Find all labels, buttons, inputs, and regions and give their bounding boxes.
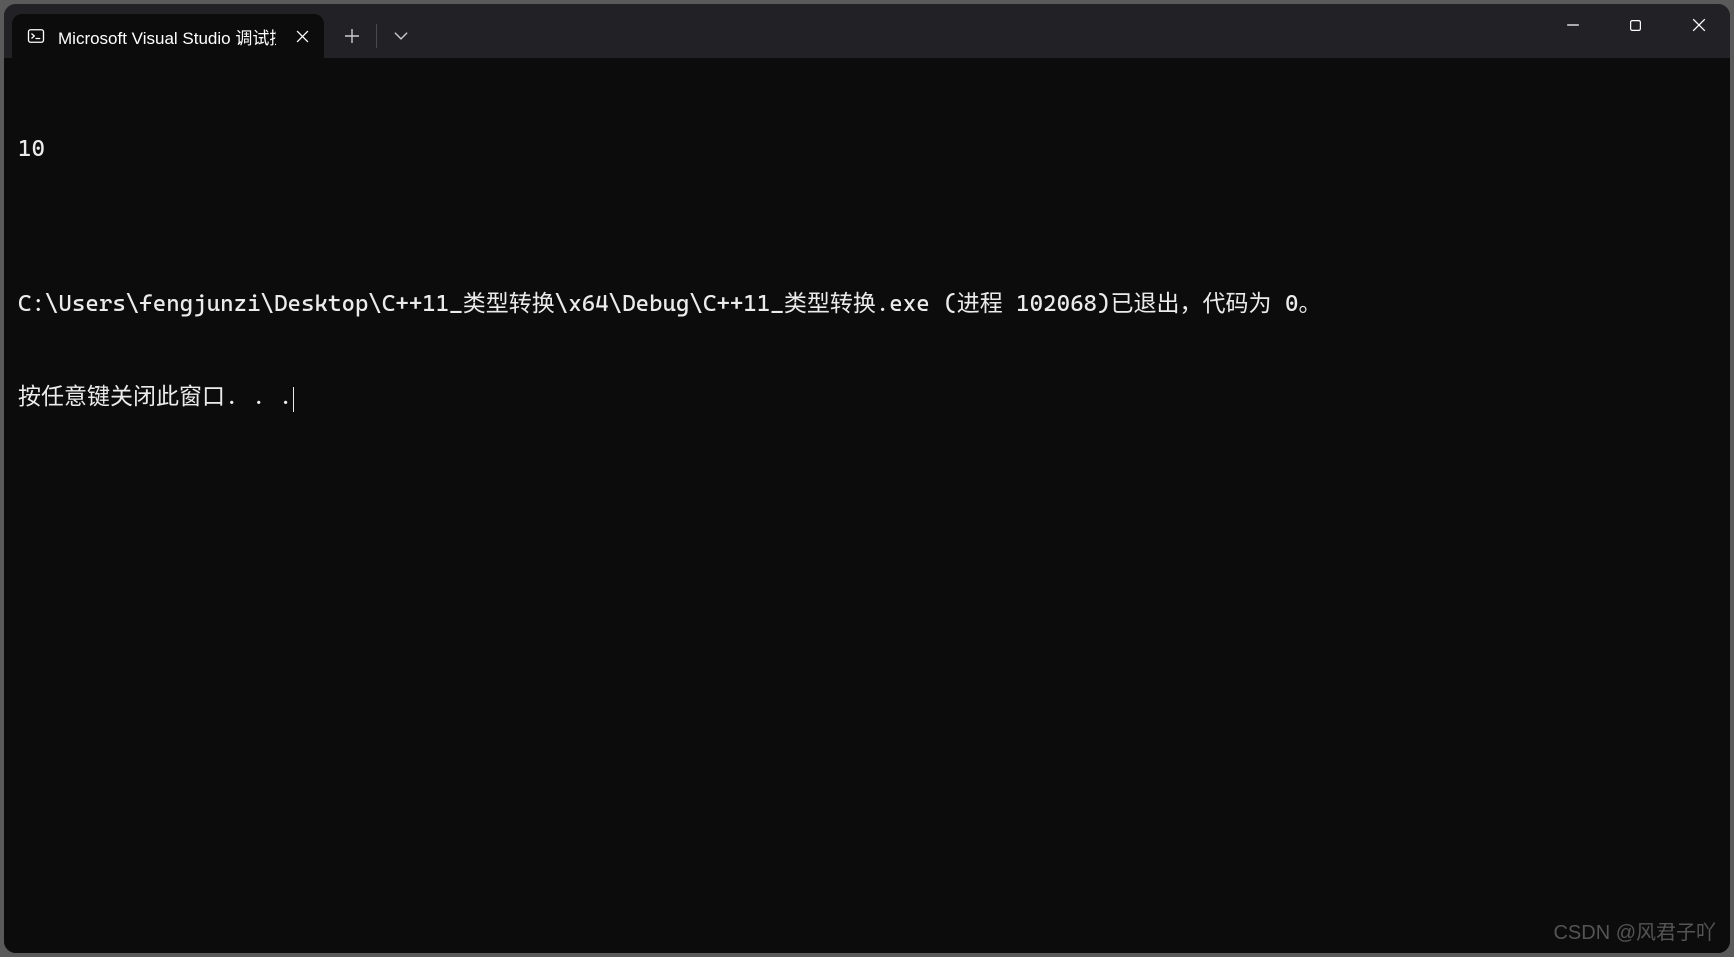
terminal-tab[interactable]: Microsoft Visual Studio 调试控 (12, 14, 324, 58)
tab-dropdown-button[interactable] (379, 17, 423, 55)
window-controls (1541, 4, 1730, 46)
prompt-text: 按任意键关闭此窗口. . . (18, 384, 292, 410)
output-line: 10 (18, 134, 1716, 165)
text-cursor (293, 387, 294, 412)
close-button[interactable] (1667, 4, 1730, 46)
output-line: C:\Users\fengjunzi\Desktop\C++11_类型转换\x6… (18, 289, 1716, 320)
tab-title: Microsoft Visual Studio 调试控 (58, 24, 276, 49)
maximize-button[interactable] (1604, 4, 1667, 46)
terminal-output[interactable]: 10 C:\Users\fengjunzi\Desktop\C++11_类型转换… (4, 58, 1730, 953)
titlebar: Microsoft Visual Studio 调试控 (4, 4, 1730, 58)
tab-region: Microsoft Visual Studio 调试控 (4, 4, 423, 58)
output-line: 按任意键关闭此窗口. . . (18, 382, 1716, 413)
terminal-window: Microsoft Visual Studio 调试控 (4, 4, 1730, 953)
tab-divider (376, 24, 377, 48)
new-tab-button[interactable] (330, 17, 374, 55)
watermark: CSDN @风君子吖 (1553, 916, 1716, 945)
tab-close-button[interactable] (288, 22, 316, 50)
minimize-button[interactable] (1541, 4, 1604, 46)
tab-actions (330, 14, 423, 58)
console-icon (26, 26, 46, 46)
